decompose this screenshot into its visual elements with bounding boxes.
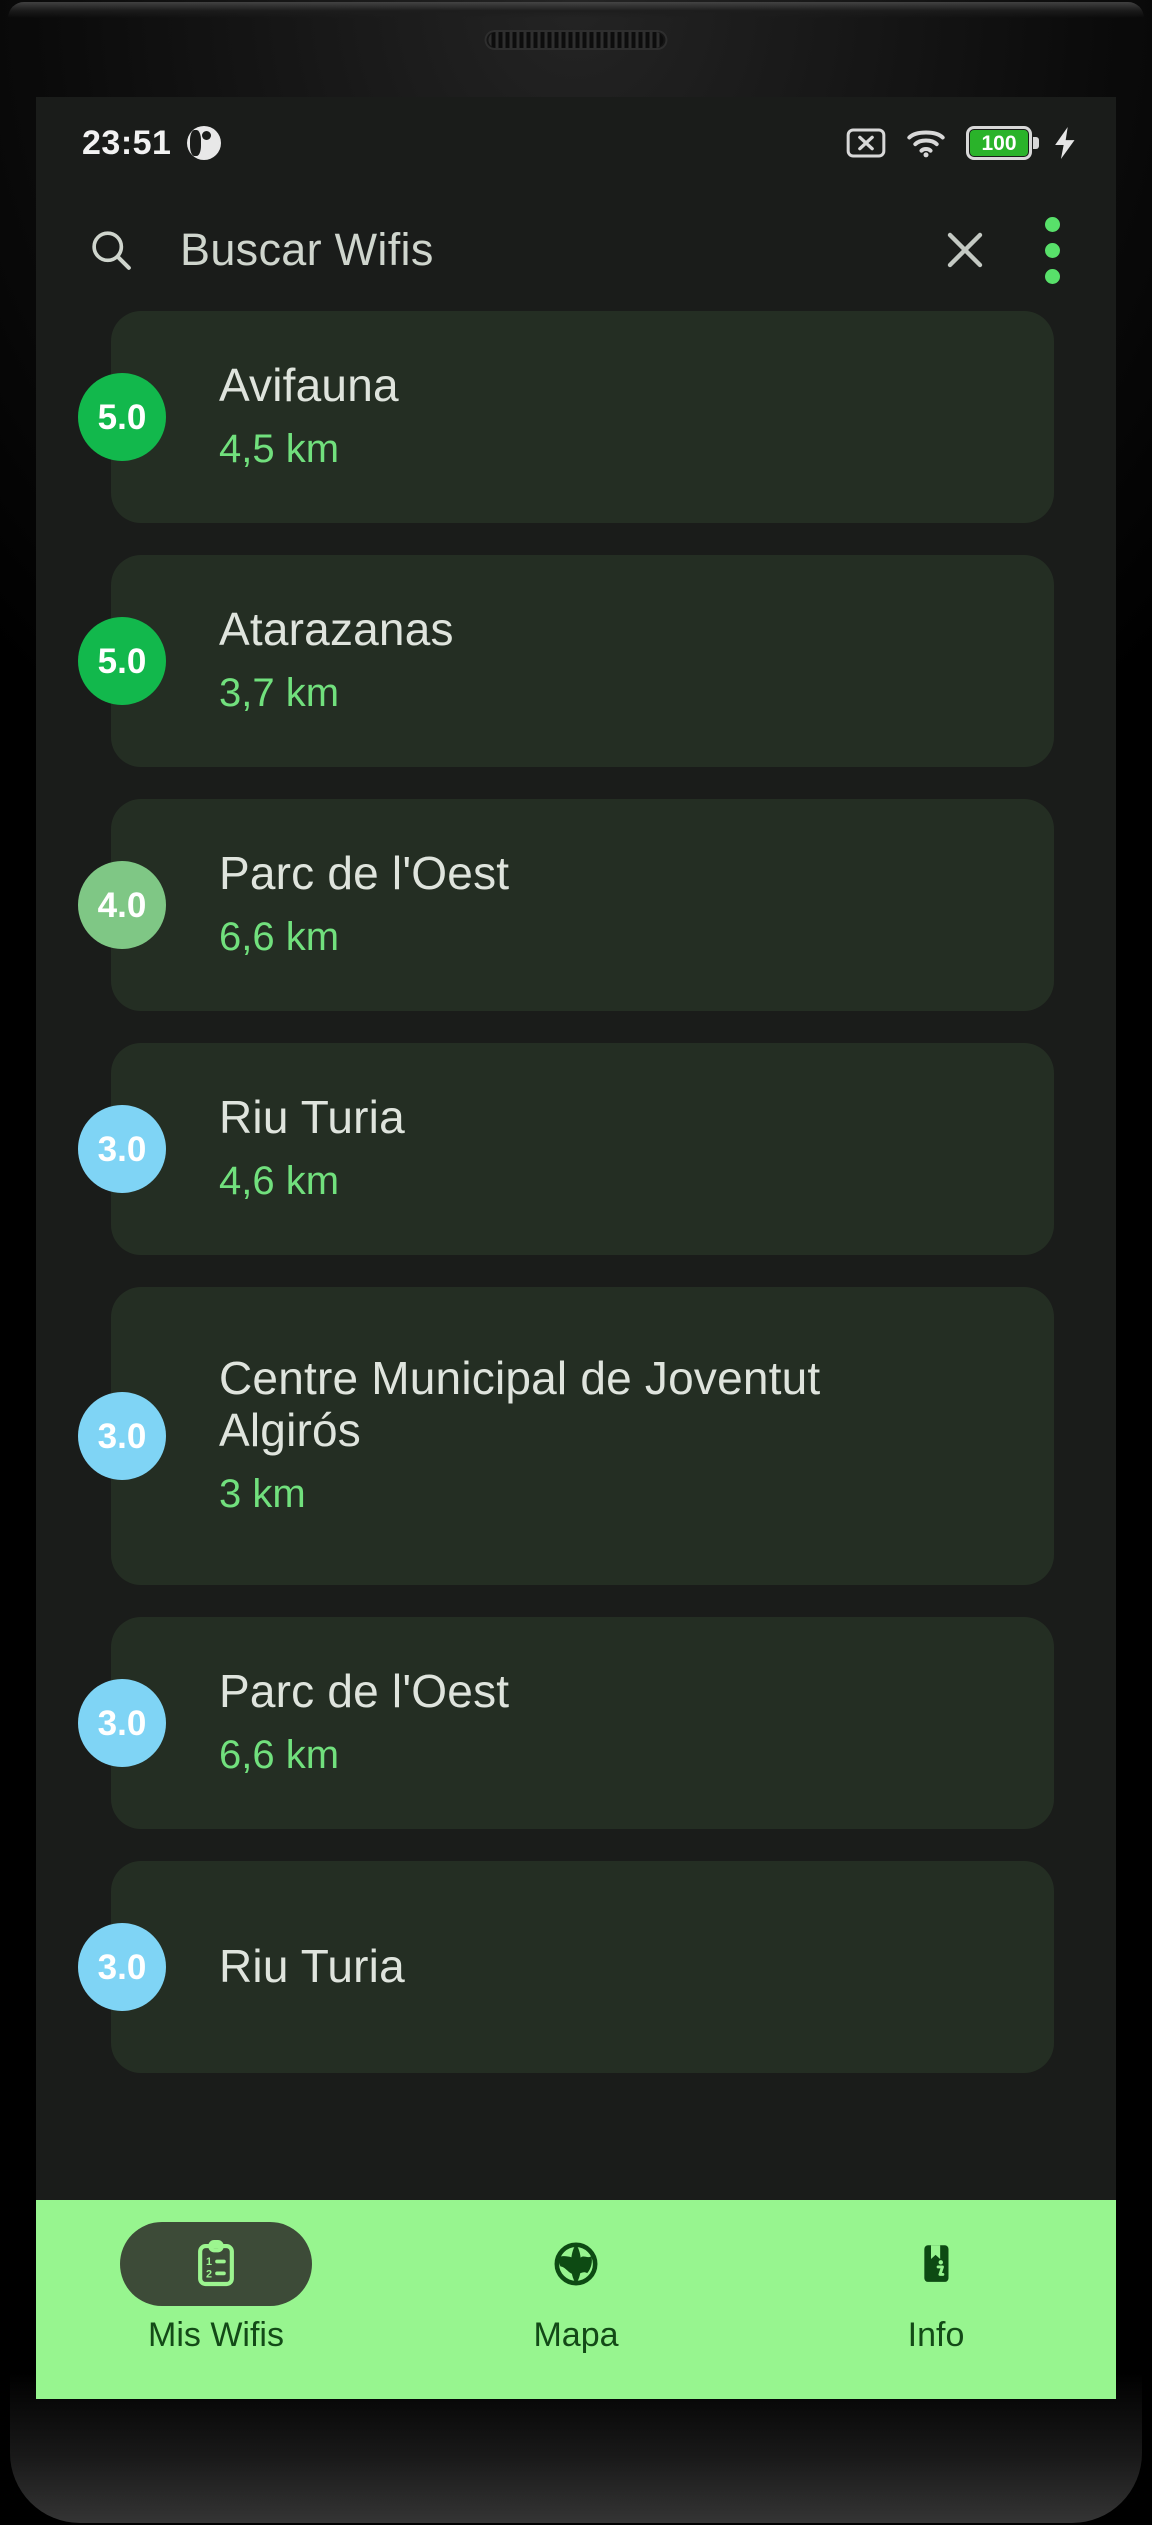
page-title: Buscar Wifis — [180, 224, 434, 275]
wifi-item-body: Riu Turia 4,6 km — [219, 1092, 1026, 1206]
wifi-icon — [907, 130, 945, 158]
wifi-name: Riu Turia — [219, 1940, 405, 1993]
wifi-distance: 3 km — [219, 1471, 306, 1516]
wifi-item-body: Centre Municipal de Joventut Algirós 3 km — [219, 1353, 1026, 1518]
clipboard-list-icon: 1 2 — [198, 2240, 234, 2287]
nav-label-mis-wifis: Mis Wifis — [148, 2316, 284, 2354]
more-vertical-icon[interactable] — [1035, 211, 1070, 290]
wifi-list-item[interactable]: 3.0 Centre Municipal de Joventut Algirós 3… — [78, 1287, 1054, 1585]
wifi-distance: 4,6 km — [219, 1158, 340, 1203]
nav-label-info: Info — [907, 2316, 965, 2354]
status-bar: 23:51 100 — [36, 97, 1116, 189]
nav-pill-mapa — [480, 2222, 672, 2306]
device-frame: 23:51 100 Buscar Wifis 5.0 Avifauna 4,5 … — [0, 0, 1152, 2525]
wifi-list-item[interactable]: 5.0 Atarazanas 3,7 km — [78, 555, 1054, 767]
wifi-item-body: Parc de l'Oest 6,6 km — [219, 1666, 1026, 1780]
speaker-grille — [488, 32, 664, 48]
wifi-name: Riu Turia — [219, 1091, 405, 1144]
app-bar: Buscar Wifis — [36, 189, 1116, 311]
close-icon[interactable] — [941, 226, 989, 274]
svg-text:1: 1 — [206, 2256, 212, 2268]
battery-level-text: 100 — [981, 131, 1017, 155]
book-info-icon — [924, 2245, 949, 2282]
rating-badge: 3.0 — [78, 1923, 166, 2011]
wifi-name: Avifauna — [219, 359, 399, 412]
wifi-distance: 6,6 km — [219, 914, 340, 959]
status-time: 23:51 — [82, 123, 172, 162]
do-not-disturb-icon — [187, 126, 222, 160]
bottom-navigation: 1 2 Mis Wifis Mapa Info — [36, 2200, 1116, 2399]
rating-badge: 3.0 — [78, 1679, 166, 1767]
wifi-list-item[interactable]: 4.0 Parc de l'Oest 6,6 km — [78, 799, 1054, 1011]
wifi-distance: 4,5 km — [219, 426, 340, 471]
wifi-name: Parc de l'Oest — [219, 1665, 510, 1718]
app-bar-actions — [941, 211, 1076, 290]
wifi-distance: 6,6 km — [219, 1732, 340, 1777]
nav-item-mis-wifis[interactable]: 1 2 Mis Wifis — [36, 2222, 396, 2355]
wifi-list-item[interactable]: 3.0 Parc de l'Oest 6,6 km — [78, 1617, 1054, 1829]
lightning-bolt-icon — [1055, 127, 1075, 159]
nav-pill-info — [840, 2222, 1032, 2306]
wifi-list-item[interactable]: 3.0 Riu Turia — [78, 1861, 1054, 2073]
nav-pill-mis-wifis: 1 2 — [120, 2222, 312, 2306]
rating-badge: 5.0 — [78, 617, 166, 705]
battery-icon: 100 — [966, 126, 1039, 160]
wifi-item-body: Parc de l'Oest 6,6 km — [219, 848, 1026, 962]
phone-screen: 23:51 100 Buscar Wifis 5.0 Avifauna 4,5 … — [36, 97, 1116, 2399]
wifi-item-body: Avifauna 4,5 km — [219, 360, 1026, 474]
wifi-list[interactable]: 5.0 Avifauna 4,5 km 5.0 Atarazanas 3,7 km 4.0 P… — [36, 311, 1116, 2200]
rating-badge: 3.0 — [78, 1392, 166, 1480]
earpiece-speaker — [484, 30, 668, 50]
wifi-list-item[interactable]: 5.0 Avifauna 4,5 km — [78, 311, 1054, 523]
wifi-list-item[interactable]: 3.0 Riu Turia 4,6 km — [78, 1043, 1054, 1255]
globe-icon — [554, 2242, 598, 2286]
wifi-name: Atarazanas — [219, 603, 454, 656]
frame-top-edge — [8, 2, 1144, 18]
rating-badge: 3.0 — [78, 1105, 166, 1193]
wifi-item-body: Atarazanas 3,7 km — [219, 604, 1026, 718]
nav-item-info[interactable]: Info — [756, 2222, 1116, 2355]
svg-text:2: 2 — [206, 2268, 212, 2280]
wifi-item-body: Riu Turia — [219, 1941, 1026, 1993]
nav-item-mapa[interactable]: Mapa — [396, 2222, 756, 2355]
rating-badge: 5.0 — [78, 373, 166, 461]
nav-label-mapa: Mapa — [533, 2316, 619, 2354]
search-icon[interactable] — [88, 227, 134, 273]
wifi-name: Parc de l'Oest — [219, 847, 510, 900]
rating-badge: 4.0 — [78, 861, 166, 949]
wifi-name: Centre Municipal de Joventut Algirós — [219, 1352, 821, 1456]
sim-card-x-icon — [846, 128, 886, 158]
status-icons: 100 — [846, 126, 1078, 160]
wifi-distance: 3,7 km — [219, 670, 340, 715]
